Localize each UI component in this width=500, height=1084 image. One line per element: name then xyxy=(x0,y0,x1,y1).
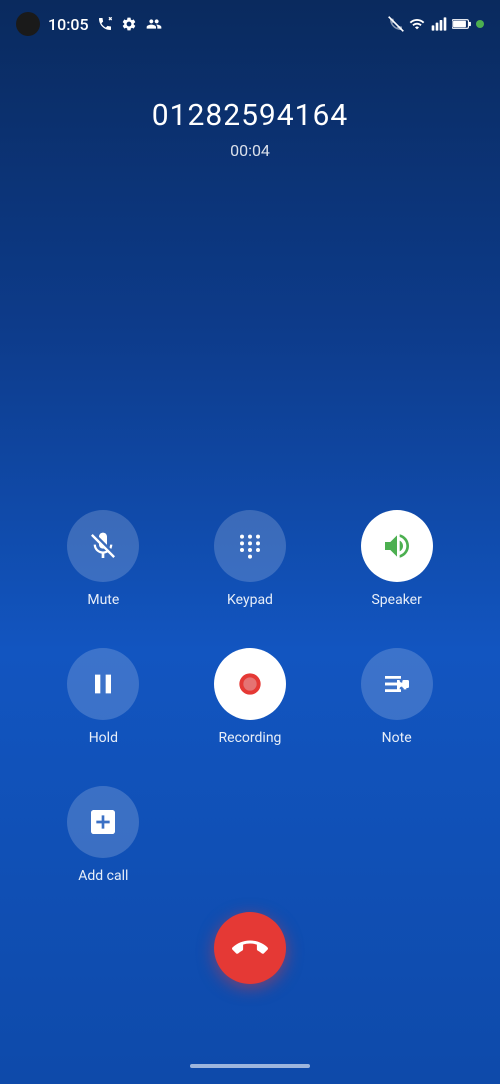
keypad-icon xyxy=(234,530,266,562)
hold-button[interactable]: Hold xyxy=(40,648,167,746)
note-icon xyxy=(381,668,413,700)
end-call-button[interactable] xyxy=(214,912,286,984)
phone-crossed-icon xyxy=(388,16,404,32)
recording-label: Recording xyxy=(219,730,282,746)
status-bar-right xyxy=(388,16,484,32)
call-duration: 00:04 xyxy=(0,141,500,160)
hold-label: Hold xyxy=(89,730,118,746)
battery-icon xyxy=(452,17,472,31)
status-bar: 10:05 xyxy=(0,0,500,48)
note-button[interactable]: Note xyxy=(333,648,460,746)
add-call-label: Add call xyxy=(78,868,128,884)
end-call-icon xyxy=(232,930,268,966)
mute-icon-circle xyxy=(67,510,139,582)
speaker-icon-circle xyxy=(361,510,433,582)
hold-icon-circle xyxy=(67,648,139,720)
recording-icon xyxy=(234,668,266,700)
speaker-label: Speaker xyxy=(371,592,421,608)
keypad-label: Keypad xyxy=(227,592,273,608)
settings-icon xyxy=(121,16,137,32)
wifi-icon xyxy=(408,16,426,32)
keypad-icon-circle xyxy=(214,510,286,582)
mute-icon xyxy=(87,530,119,562)
call-info: 01282594164 00:04 xyxy=(0,98,500,160)
phone-status-icon xyxy=(97,16,113,32)
mute-button[interactable]: Mute xyxy=(40,510,167,608)
speaker-icon xyxy=(381,530,413,562)
status-bar-left: 10:05 xyxy=(16,12,163,36)
add-call-icon-circle xyxy=(67,786,139,858)
hold-icon xyxy=(87,668,119,700)
note-label: Note xyxy=(382,730,412,746)
add-call-icon xyxy=(87,806,119,838)
note-icon-circle xyxy=(361,648,433,720)
green-indicator xyxy=(476,20,484,28)
home-indicator xyxy=(190,1064,310,1068)
people-icon xyxy=(145,16,163,32)
mute-label: Mute xyxy=(87,592,119,608)
signal-icon xyxy=(430,16,448,32)
add-call-button[interactable]: Add call xyxy=(40,786,167,884)
controls-area: Mute Keypad xyxy=(0,510,500,884)
recording-button[interactable]: Recording xyxy=(187,648,314,746)
controls-grid: Mute Keypad xyxy=(40,510,460,884)
recording-icon-circle xyxy=(214,648,286,720)
speaker-button[interactable]: Speaker xyxy=(333,510,460,608)
camera-indicator xyxy=(16,12,40,36)
keypad-button[interactable]: Keypad xyxy=(187,510,314,608)
status-time: 10:05 xyxy=(48,15,89,34)
phone-number: 01282594164 xyxy=(0,98,500,133)
